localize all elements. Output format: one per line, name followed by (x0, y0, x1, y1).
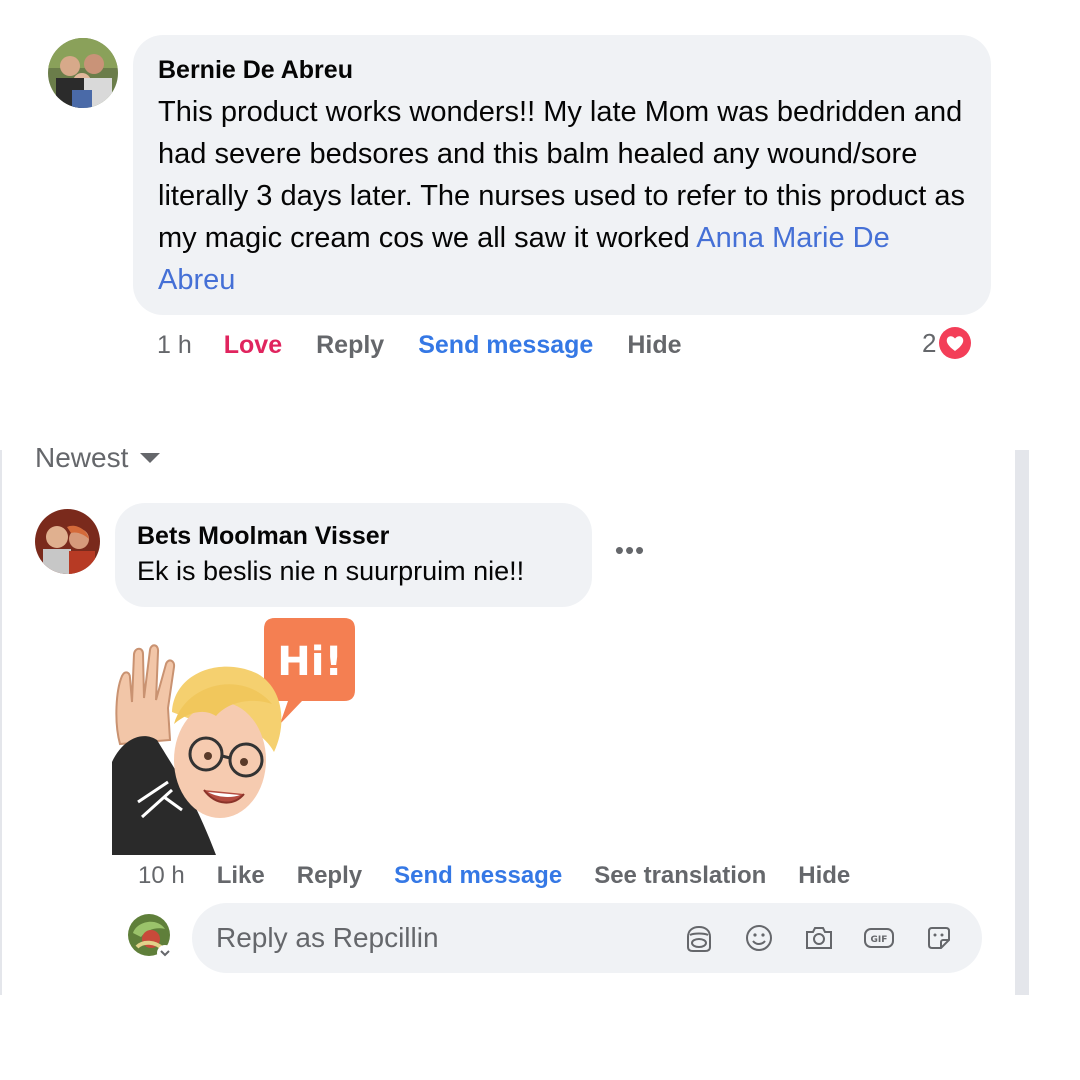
reply-composer[interactable]: Reply as Repcillin GIF (192, 903, 982, 973)
sticker-icon[interactable] (922, 921, 956, 955)
comment-author[interactable]: Bets Moolman Visser (137, 521, 570, 551)
comment-actions: 10 h Like Reply Send message See transla… (138, 860, 850, 892)
hi-sticker: Hi! (112, 612, 357, 855)
sort-label: Newest (35, 442, 129, 473)
see-translation-button[interactable]: See translation (594, 862, 766, 890)
sort-dropdown[interactable]: Newest (35, 442, 161, 474)
like-button[interactable]: Like (217, 862, 265, 890)
comment-actions: 1 h Love Reply Send message Hide (157, 328, 682, 362)
comment-text: This product works wonders!! My late Mom… (158, 91, 966, 301)
comment-author[interactable]: Bernie De Abreu (158, 55, 966, 85)
comment-text: Ek is beslis nie n suurpruim nie!! (137, 556, 525, 586)
heart-icon (938, 326, 973, 360)
send-message-button[interactable]: Send message (418, 331, 593, 360)
composer-avatar[interactable] (127, 913, 175, 961)
camera-icon[interactable] (802, 921, 836, 955)
composer-toolbar: GIF (656, 921, 956, 955)
caret-down-icon (140, 453, 161, 463)
timestamp[interactable]: 10 h (138, 862, 185, 890)
reaction-count-number: 2 (922, 327, 937, 358)
hide-button[interactable]: Hide (798, 862, 850, 890)
hide-button[interactable]: Hide (627, 331, 681, 360)
sticker-hi-text: Hi! (277, 639, 342, 685)
gif-icon[interactable]: GIF (862, 921, 896, 955)
comment-bubble: Bernie De Abreu This product works wonde… (133, 35, 991, 315)
reply-button[interactable]: Reply (297, 862, 362, 890)
avatar[interactable] (35, 509, 100, 574)
emoji-icon[interactable] (742, 921, 776, 955)
love-button[interactable]: Love (224, 331, 282, 360)
comment-bubble: Bets Moolman Visser Ek is beslis nie n s… (115, 503, 592, 607)
svg-text:GIF: GIF (871, 935, 888, 945)
avatar-sticker-icon[interactable] (682, 921, 716, 955)
panel-border (0, 450, 2, 995)
reaction-count[interactable]: 2 (922, 326, 973, 360)
timestamp[interactable]: 1 h (157, 331, 192, 360)
more-options-icon[interactable]: ••• (610, 537, 650, 570)
scrollbar[interactable] (1015, 450, 1029, 995)
send-message-button[interactable]: Send message (394, 862, 562, 890)
reply-button[interactable]: Reply (316, 331, 384, 360)
reply-input[interactable]: Reply as Repcillin (216, 922, 656, 954)
avatar[interactable] (48, 38, 118, 108)
